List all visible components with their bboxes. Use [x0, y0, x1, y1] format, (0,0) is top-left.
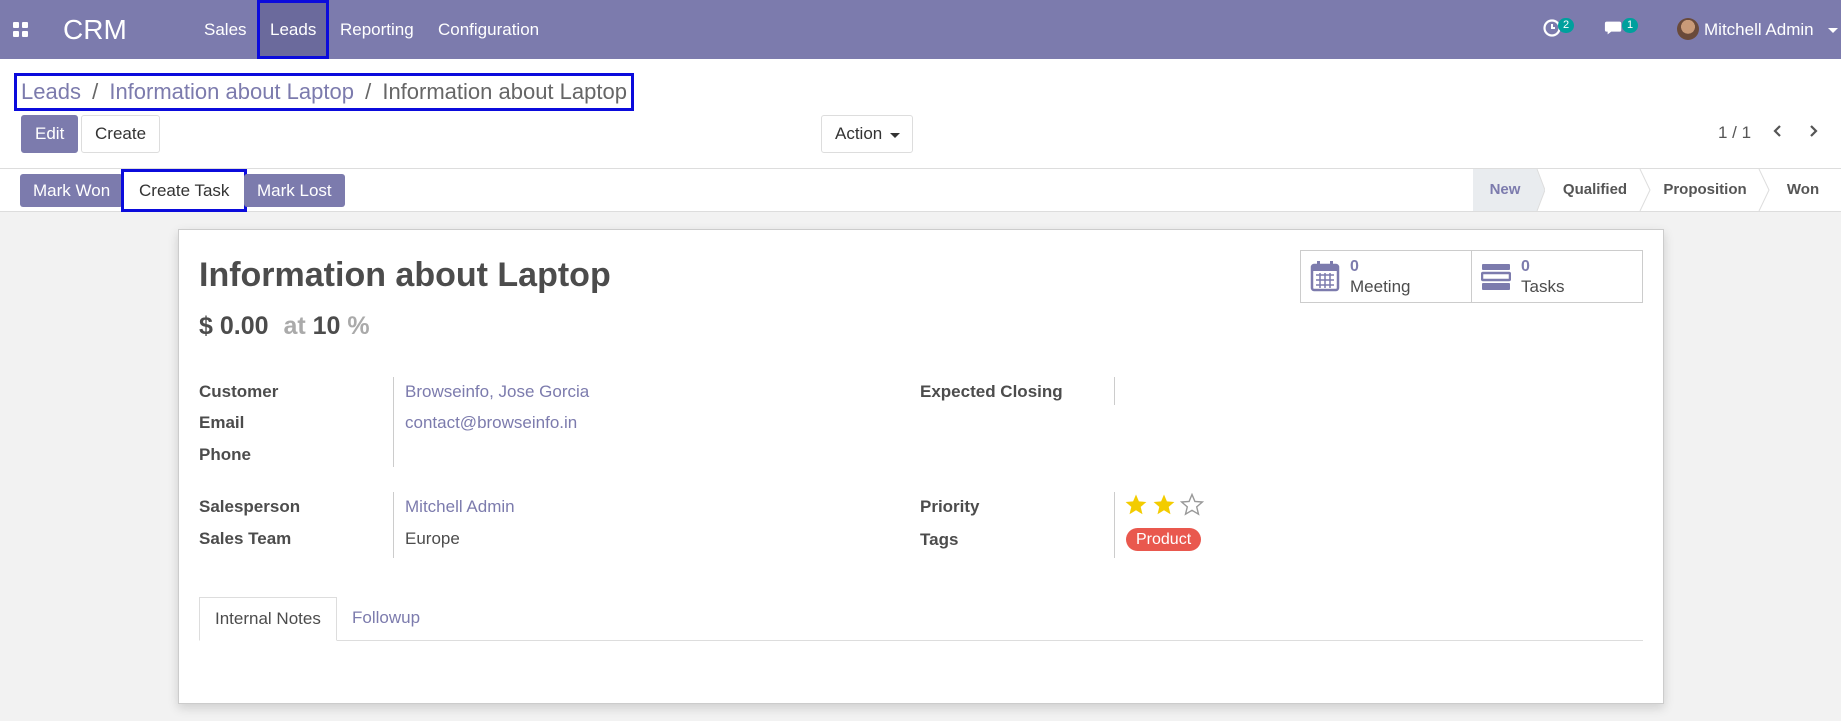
breadcrumb: Leads / Information about Laptop / Infor… [14, 73, 634, 111]
tasks-smart-button[interactable]: 0 Tasks [1471, 250, 1643, 303]
meeting-label: Meeting [1350, 277, 1411, 296]
message-count-badge: 1 [1622, 18, 1638, 33]
tasks-icon [1481, 264, 1511, 290]
menu-configuration[interactable]: Configuration [426, 0, 551, 59]
lead-title[interactable]: Information about Laptop [199, 256, 611, 295]
pager-previous-icon[interactable] [1772, 125, 1784, 137]
user-avatar[interactable] [1677, 18, 1699, 40]
stage-divider [1758, 169, 1770, 211]
menu-reporting[interactable]: Reporting [328, 0, 426, 59]
pager-value[interactable]: 1 / 1 [1718, 123, 1751, 143]
star-filled-icon[interactable] [1124, 493, 1148, 517]
app-brand[interactable]: CRM [63, 14, 127, 46]
expected-revenue[interactable]: $ 0.00 at 10 % [199, 312, 370, 341]
email-label: Email [199, 413, 245, 432]
priority-label: Priority [920, 497, 980, 516]
stage-proposition[interactable]: Proposition [1650, 169, 1760, 211]
customer-value[interactable]: Browseinfo, Jose Gorcia [405, 382, 589, 402]
mark-lost-button[interactable]: Mark Lost [244, 174, 345, 207]
edit-button[interactable]: Edit [21, 115, 79, 153]
percent-sign: % [347, 312, 370, 340]
email-value[interactable]: contact@browseinfo.in [405, 413, 577, 433]
sales-team-label: Sales Team [199, 529, 292, 548]
field-separator [393, 377, 394, 467]
tag-badge[interactable]: Product [1126, 528, 1202, 551]
action-dropdown[interactable]: Action [821, 115, 914, 153]
calendar-icon [1310, 261, 1340, 292]
create-button[interactable]: Create [81, 115, 161, 153]
breadcrumb-lead-parent[interactable]: Information about Laptop [109, 79, 354, 104]
field-separator [1114, 492, 1115, 558]
stage-divider [1531, 169, 1545, 211]
tasks-label: Tasks [1521, 277, 1565, 296]
apps-menu-icon[interactable] [13, 22, 29, 38]
chevron-down-icon[interactable] [1828, 28, 1838, 33]
salesperson-label: Salesperson [199, 497, 301, 516]
notebook-tabs: Internal Notes Followup [199, 597, 1643, 641]
mark-won-button[interactable]: Mark Won [20, 174, 124, 207]
stage-qualified[interactable]: Qualified [1545, 169, 1645, 211]
at-label: at [283, 312, 306, 340]
breadcrumb-current: Information about Laptop [382, 79, 627, 104]
pager-next-icon[interactable] [1807, 125, 1819, 137]
star-filled-icon[interactable] [1152, 493, 1176, 517]
probability-value: 10 [312, 312, 341, 340]
star-empty-icon[interactable] [1180, 493, 1204, 517]
meeting-count: 0 [1350, 258, 1359, 275]
phone-label: Phone [199, 445, 251, 464]
create-task-button[interactable]: Create Task [121, 169, 248, 212]
menu-leads[interactable]: Leads [257, 0, 330, 59]
activity-count-badge: 2 [1558, 18, 1574, 33]
user-name[interactable]: Mitchell Admin [1704, 20, 1814, 40]
top-navbar: CRM Sales Leads Reporting Configuration … [0, 0, 1841, 59]
tab-internal-notes[interactable]: Internal Notes [199, 597, 337, 641]
breadcrumb-leads[interactable]: Leads [21, 79, 81, 104]
revenue-amount: $ 0.00 [199, 312, 269, 340]
meeting-smart-button[interactable]: 0 Meeting [1300, 250, 1472, 303]
breadcrumb-separator: / [365, 79, 372, 104]
caret-down-icon [890, 133, 901, 138]
field-separator [393, 492, 394, 558]
tags-label: Tags [920, 530, 959, 549]
breadcrumb-separator: / [92, 79, 99, 104]
field-separator [1114, 377, 1115, 405]
messages-icon[interactable] [1604, 18, 1624, 38]
tasks-count: 0 [1521, 258, 1530, 275]
customer-label: Customer [199, 382, 279, 401]
action-label: Action [835, 124, 883, 143]
salesperson-value[interactable]: Mitchell Admin [405, 497, 515, 517]
tab-followup[interactable]: Followup [337, 597, 435, 641]
expected-closing-label: Expected Closing [920, 382, 1063, 401]
stage-won[interactable]: Won [1770, 169, 1836, 211]
sales-team-value[interactable]: Europe [405, 529, 460, 549]
menu-sales[interactable]: Sales [192, 0, 259, 59]
stage-new[interactable]: New [1473, 169, 1537, 211]
